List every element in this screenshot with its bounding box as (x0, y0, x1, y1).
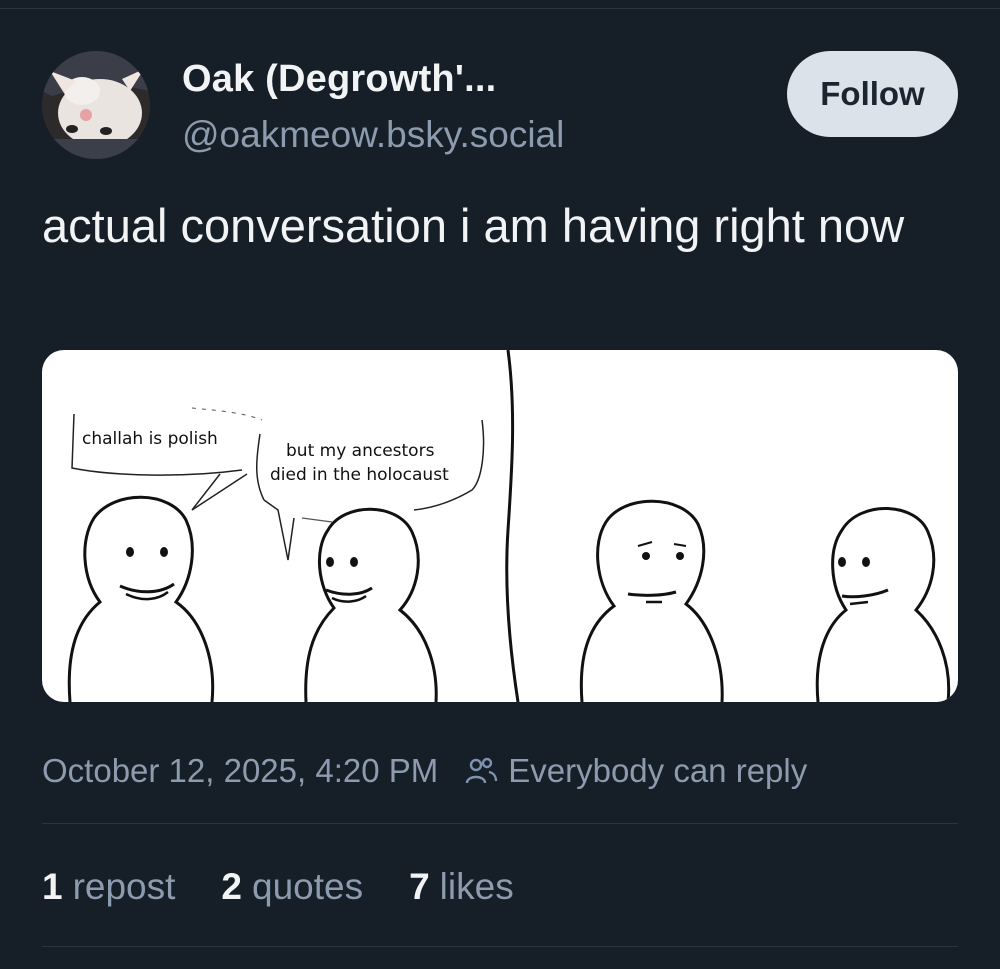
likes-stat[interactable]: 7 likes (409, 866, 514, 908)
author-handle[interactable]: @oakmeow.bsky.social (182, 114, 564, 156)
character-3 (579, 499, 724, 702)
bubble-2-text-line1: but my ancestors (286, 441, 435, 461)
post-text: actual conversation i am having right no… (42, 199, 905, 252)
likes-count: 7 (409, 866, 430, 907)
post-meta: October 12, 2025, 4:20 PM Everybody can … (42, 752, 807, 790)
follow-button[interactable]: Follow (787, 51, 958, 137)
meme-comic: challah is polish but my ancestors died … (67, 350, 951, 702)
character-2 (304, 507, 438, 702)
reply-setting: Everybody can reply (508, 752, 808, 789)
likes-label: likes (439, 866, 514, 907)
author-display-name[interactable]: Oak (Degrowth'... (182, 58, 496, 101)
speech-bubble-1: challah is polish (71, 407, 263, 511)
panel-divider (505, 350, 520, 702)
reposts-label: repost (72, 866, 176, 907)
post-image[interactable]: challah is polish but my ancestors died … (42, 350, 958, 702)
reposts-count: 1 (42, 866, 63, 907)
bubble-1-text: challah is polish (82, 429, 218, 449)
stats-divider-top (42, 823, 958, 824)
cat-photo (42, 51, 150, 159)
stats-divider-bottom (42, 946, 958, 947)
bubble-2-text-line2: died in the holocaust (270, 465, 449, 485)
quotes-count: 2 (221, 866, 242, 907)
character-4 (815, 507, 951, 702)
author-avatar[interactable] (42, 51, 150, 159)
post-stats: 1 repost 2 quotes 7 likes (42, 866, 560, 908)
post-timestamp[interactable]: October 12, 2025, 4:20 PM (42, 752, 438, 790)
reposts-stat[interactable]: 1 repost (42, 866, 175, 908)
top-divider (0, 8, 1000, 9)
quotes-stat[interactable]: 2 quotes (221, 866, 363, 908)
people-icon (464, 754, 498, 788)
character-1 (67, 495, 215, 702)
quotes-label: quotes (252, 866, 364, 907)
